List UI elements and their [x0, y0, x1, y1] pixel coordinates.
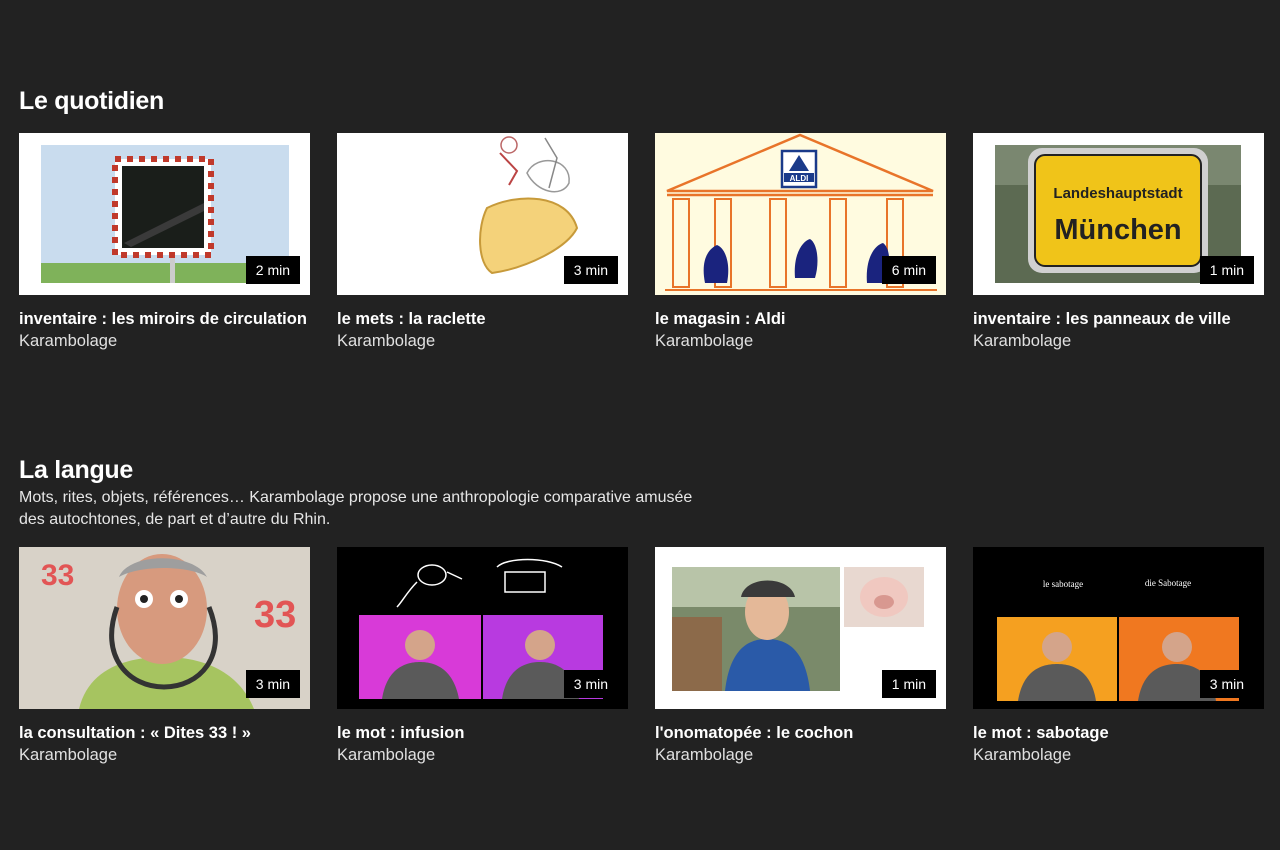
section-title: La langue [19, 456, 133, 484]
video-card[interactable]: 3 min le mot : infusion Karambolage [337, 547, 628, 766]
video-thumbnail[interactable]: Landeshauptstadt München 1 min [973, 133, 1264, 295]
video-title[interactable]: l'onomatopée : le cochon [655, 722, 946, 744]
video-channel: Karambolage [655, 332, 754, 350]
town-sign-line1: Landeshauptstadt [1053, 185, 1182, 202]
video-card[interactable]: 3 min le mets : la raclette Karambolage [337, 133, 628, 352]
video-thumbnail[interactable]: 3 min [337, 133, 628, 295]
section-la-langue: La langue Mots, rites, objets, référence… [19, 455, 1264, 764]
video-channel: Karambolage [337, 746, 436, 764]
town-sign-line2: München [1054, 214, 1181, 246]
video-card[interactable]: 33 33 3 min la consultation : « Dites 33… [19, 547, 310, 766]
duration-badge: 6 min [881, 256, 936, 284]
wall-text-left: 33 [41, 559, 74, 592]
video-title[interactable]: inventaire : les panneaux de ville [973, 308, 1264, 330]
word-label-fr: le sabotage [1043, 579, 1083, 589]
video-thumbnail[interactable]: 1 min [655, 547, 946, 709]
video-thumbnail[interactable]: 2 min [19, 133, 310, 295]
video-channel: Karambolage [19, 332, 118, 350]
video-thumbnail[interactable]: 3 min [337, 547, 628, 709]
video-title[interactable]: le magasin : Aldi [655, 308, 946, 330]
duration-badge: 1 min [881, 670, 936, 698]
video-row: 33 33 3 min la consultation : « Dites 33… [19, 547, 1264, 766]
duration-badge: 1 min [1199, 256, 1254, 284]
video-card[interactable]: 1 min l'onomatopée : le cochon Karambola… [655, 547, 946, 766]
section-title: Le quotidien [19, 87, 164, 115]
video-card[interactable]: 2 min inventaire : les miroirs de circul… [19, 133, 310, 352]
video-card[interactable]: le sabotage die Sabotage 3 min le mot : … [973, 547, 1264, 766]
duration-badge: 2 min [245, 256, 300, 284]
section-description: Mots, rites, objets, références… Karambo… [19, 489, 693, 528]
video-channel: Karambolage [973, 332, 1072, 350]
video-thumbnail[interactable]: ALDI 6 min [655, 133, 946, 295]
section-le-quotidien: Le quotidien 2 min inventaire : les miro… [19, 86, 1264, 350]
video-channel: Karambolage [337, 332, 436, 350]
video-row: 2 min inventaire : les miroirs de circul… [19, 133, 1264, 352]
duration-badge: 3 min [563, 256, 618, 284]
aldi-logo-text: ALDI [790, 174, 809, 183]
duration-badge: 3 min [1199, 670, 1254, 698]
video-thumbnail[interactable]: le sabotage die Sabotage 3 min [973, 547, 1264, 709]
duration-badge: 3 min [245, 670, 300, 698]
video-title[interactable]: inventaire : les miroirs de circulation [19, 308, 310, 330]
duration-badge: 3 min [563, 670, 618, 698]
wall-text-right: 33 [254, 594, 296, 636]
video-title[interactable]: le mot : infusion [337, 722, 628, 744]
video-title[interactable]: la consultation : « Dites 33 ! » [19, 722, 310, 744]
video-channel: Karambolage [655, 746, 754, 764]
video-title[interactable]: le mot : sabotage [973, 722, 1264, 744]
video-card[interactable]: Landeshauptstadt München 1 min inventair… [973, 133, 1264, 352]
video-channel: Karambolage [19, 746, 118, 764]
video-card[interactable]: ALDI 6 min le magasin : Aldi Karambolage [655, 133, 946, 352]
video-channel: Karambolage [973, 746, 1072, 764]
word-label-de: die Sabotage [1145, 578, 1191, 588]
video-thumbnail[interactable]: 33 33 3 min [19, 547, 310, 709]
video-title[interactable]: le mets : la raclette [337, 308, 628, 330]
